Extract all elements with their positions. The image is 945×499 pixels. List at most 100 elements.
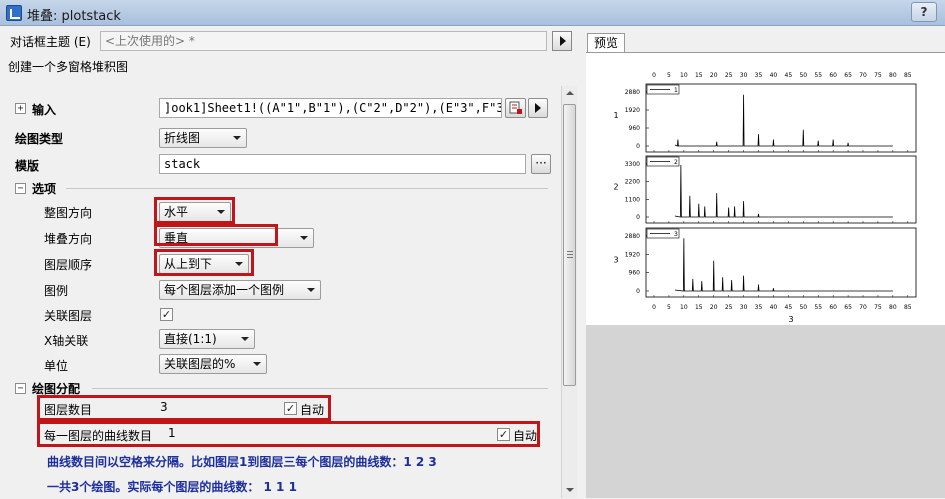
panel-frame (645, 227, 917, 298)
y-tick-label: 0 (636, 288, 640, 295)
bottom-x-tick-label: 5 (667, 304, 671, 311)
top-x-tick-label: 45 (785, 72, 793, 79)
layer-order-label: 图层顺序 (44, 258, 93, 272)
preview-pane: 0 5 10 15 20 25 30 35 40 45 50 55 60 65 70 75 80 85 0 960 19… (586, 52, 945, 498)
preview-graph: 0 5 10 15 20 25 30 35 40 45 50 55 60 65 70 75 80 85096019… (586, 53, 945, 325)
help-button[interactable]: ? (911, 2, 937, 22)
window-title: 堆叠: plotstack (27, 9, 121, 24)
scroll-down-icon[interactable] (562, 482, 578, 498)
curves-per-layer-label: 每一图层的曲线数目 (44, 429, 153, 443)
plot-type-label: 绘图类型 (15, 132, 64, 146)
top-x-tick-label: 25 (725, 72, 733, 79)
y-tick-label: 1100 (625, 196, 640, 203)
bottom-x-tick-label: 50 (799, 304, 807, 311)
curves-auto-label: 自动 (513, 429, 538, 443)
dialog-theme-field[interactable]: <上次使用的> * (100, 31, 547, 51)
note-total-plots: 一共3个绘图。实际每个图层的曲线数： 1 1 1 (47, 480, 297, 494)
chevron-down-icon (233, 136, 241, 140)
y-tick-label: 2880 (625, 233, 640, 240)
input-label: 输入 (32, 103, 57, 117)
panel-frame (645, 83, 917, 153)
unit-dropdown[interactable]: 关联图层的% (159, 354, 267, 374)
top-x-tick-label: 50 (799, 72, 807, 79)
y-tick-label: 0 (636, 214, 640, 221)
expand-input-icon[interactable]: + (15, 103, 26, 114)
top-x-tick-label: 30 (740, 72, 748, 79)
y-tick-label: 2880 (625, 89, 640, 96)
range-select-icon (509, 101, 522, 114)
layer-count-value[interactable]: 3 (160, 400, 168, 414)
bottom-x-tick-label: 80 (889, 304, 897, 311)
y-tick-label: 1920 (625, 107, 640, 114)
legend-dropdown[interactable]: 每个图层添加一个图例 (159, 280, 321, 300)
bottom-x-tick-label: 55 (814, 304, 822, 311)
layer-count-label: 图层数目 (44, 403, 93, 417)
vertical-scrollbar[interactable] (561, 86, 577, 498)
bottom-x-tick-label: 35 (755, 304, 763, 311)
note-curve-count: 曲线数目间以空格来分隔。比如图层1到图层三每个图层的曲线数：1 2 3 (47, 455, 437, 469)
link-layers-label: 关联图层 (44, 309, 93, 323)
top-x-tick-label: 10 (680, 72, 688, 79)
top-x-tick-label: 65 (844, 72, 852, 79)
input-range-field[interactable]: ]ook1]Sheet1!((A"1",B"1"),(C"2",D"2"),(E… (159, 98, 502, 118)
bottom-x-tick-label: 25 (725, 304, 733, 311)
top-x-tick-label: 0 (652, 72, 656, 79)
curves-per-layer-value[interactable]: 1 (168, 426, 176, 440)
tab-preview[interactable]: 预览 (587, 33, 625, 53)
collapse-plot-assignment-icon[interactable]: − (15, 383, 26, 394)
bottom-x-tick-label: 75 (874, 304, 882, 311)
top-x-tick-label: 35 (755, 72, 763, 79)
select-range-button[interactable] (505, 98, 526, 118)
x-axis-link-label: X轴关联 (44, 334, 89, 348)
y-tick-label: 0 (636, 143, 640, 150)
bottom-x-tick-label: 40 (770, 304, 778, 311)
unit-label: 单位 (44, 359, 69, 373)
grip-icon (567, 251, 573, 252)
curves-auto-checkbox[interactable]: ✓ (497, 428, 510, 441)
panel-frame (645, 155, 917, 224)
title-bar: 堆叠: plotstack ? (0, 0, 945, 26)
legend-label: 3 (674, 231, 678, 238)
highlight-box (154, 224, 278, 246)
settings-tree: + 输入 ]ook1]Sheet1!((A"1",B"1"),(C"2",D"2… (0, 86, 560, 498)
highlight-box (154, 197, 235, 224)
top-x-tick-label: 60 (829, 72, 837, 79)
scroll-thumb[interactable] (563, 104, 576, 386)
highlight-box (154, 249, 254, 276)
x-axis-link-dropdown[interactable]: 直接(1:1) (159, 329, 255, 349)
input-menu-button[interactable] (528, 98, 548, 118)
options-header: 选项 (32, 182, 57, 196)
collapse-options-icon[interactable]: − (15, 183, 26, 194)
unit-value: 关联图层的% (164, 357, 236, 371)
plot-type-dropdown[interactable]: 折线图 (159, 128, 247, 148)
dialog-description: 创建一个多窗格堆积图 (8, 60, 129, 74)
theme-menu-arrow-button[interactable] (552, 31, 572, 51)
section-divider (66, 188, 548, 189)
template-browse-button[interactable]: ··· (531, 154, 551, 174)
x-axis-label: 3 (788, 315, 793, 324)
scroll-up-icon[interactable] (562, 86, 578, 102)
y-tick-label: 2200 (625, 179, 640, 186)
legend-value: 每个图层添加一个图例 (164, 283, 285, 297)
bottom-x-tick-label: 20 (710, 304, 718, 311)
y-tick-label: 960 (629, 125, 641, 132)
top-x-tick-label: 75 (874, 72, 882, 79)
bottom-x-tick-label: 85 (904, 304, 912, 311)
template-label: 模版 (15, 159, 40, 173)
template-field[interactable]: stack (159, 154, 526, 174)
legend-label: 图例 (44, 284, 69, 298)
bottom-x-tick-label: 60 (829, 304, 837, 311)
y-tick-label: 960 (629, 270, 641, 277)
layer-count-auto-label: 自动 (300, 403, 325, 417)
chevron-down-icon (307, 288, 315, 292)
layer-count-auto-checkbox[interactable]: ✓ (284, 402, 297, 415)
top-x-tick-label: 85 (904, 72, 912, 79)
bottom-x-tick-label: 10 (680, 304, 688, 311)
top-x-tick-label: 55 (814, 72, 822, 79)
stack-direction-label: 堆叠方向 (44, 232, 93, 246)
link-layers-checkbox[interactable]: ✓ (160, 308, 173, 321)
x-axis-link-value: 直接(1:1) (164, 332, 217, 346)
bottom-x-tick-label: 15 (695, 304, 703, 311)
panel-y-label: 2 (613, 183, 618, 192)
app-icon (6, 5, 22, 21)
